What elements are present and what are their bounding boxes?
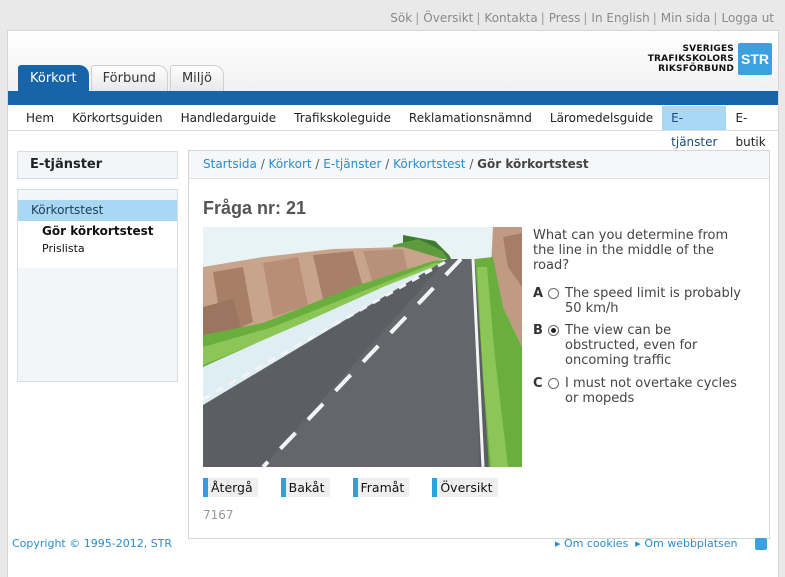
- option-letter: B: [533, 323, 543, 338]
- back-button[interactable]: Bakåt: [280, 478, 330, 497]
- footer: Copyright © 1995-2012, STR ▸ Om cookies …: [12, 537, 767, 550]
- nav-e-butik[interactable]: E-butik: [726, 106, 778, 149]
- nav-trafikskoleguide[interactable]: Trafikskoleguide: [285, 106, 400, 130]
- content-panel: Startsida / Körkort / E-tjänster / Körko…: [188, 150, 770, 539]
- breadcrumb-korkortstest[interactable]: Körkortstest: [393, 157, 465, 171]
- forward-button[interactable]: Framåt: [352, 478, 410, 497]
- nav-handledarguide[interactable]: Handledarguide: [172, 106, 286, 130]
- nav-e-tjanster[interactable]: E-tjänster: [662, 106, 727, 149]
- tab-forbund[interactable]: Förbund: [90, 65, 168, 91]
- sidebar-title: E-tjänster: [17, 151, 178, 179]
- option-text: I must not overtake cycles or mopeds: [565, 376, 737, 406]
- option-letter: A: [533, 286, 544, 301]
- road-illustration: [203, 227, 522, 467]
- sidebar-item-korkortstest[interactable]: Körkortstest: [18, 200, 177, 221]
- return-button[interactable]: Återgå: [203, 478, 258, 497]
- radio-c[interactable]: [548, 378, 559, 389]
- question-text: What can you determine from the line in …: [533, 228, 729, 273]
- rss-icon[interactable]: [755, 538, 767, 550]
- breadcrumb-korkort[interactable]: Körkort: [269, 157, 312, 171]
- footer-link-cookies[interactable]: Om cookies: [564, 537, 628, 550]
- sidebar-item-prislista[interactable]: Prislista: [18, 240, 177, 257]
- section-tabs: Körkort Förbund Miljö: [18, 65, 226, 91]
- logo-mark: STR: [738, 43, 772, 75]
- top-utility-links: Sök | Översikt | Kontakta | Press | In English | M…: [390, 11, 774, 25]
- footer-links: ▸ Om cookies ▸ Om webbplatsen: [555, 537, 767, 550]
- top-link-contact[interactable]: Kontakta: [484, 11, 537, 25]
- footer-link-about[interactable]: Om webbplatsen: [644, 537, 737, 550]
- site-header: Körkort Förbund Miljö SVERIGES TRAFIKSKO…: [8, 31, 778, 91]
- page-wrapper: Körkort Förbund Miljö SVERIGES TRAFIKSKO…: [7, 30, 779, 577]
- top-link-my-page[interactable]: Min sida: [661, 11, 711, 25]
- option-letter: C: [533, 376, 543, 391]
- radio-a[interactable]: [548, 288, 559, 299]
- answer-option-b[interactable]: B The view can be obstructed, even for o…: [533, 323, 763, 368]
- breadcrumb-current: Gör körkortstest: [477, 157, 589, 171]
- sidebar-list: Körkortstest Gör körkortstest Prislista: [18, 200, 177, 268]
- sidebar-menu: Körkortstest Gör körkortstest Prislista: [17, 189, 178, 382]
- option-text: The speed limit is probably 50 km/h: [565, 286, 742, 316]
- radio-b[interactable]: [548, 325, 559, 336]
- top-link-english[interactable]: In English: [591, 11, 649, 25]
- breadcrumb: Startsida / Körkort / E-tjänster / Körko…: [189, 151, 769, 179]
- nav-laromedelsguide[interactable]: Läromedelsguide: [541, 106, 662, 130]
- top-link-overview[interactable]: Översikt: [423, 11, 473, 25]
- question-buttons: Återgå Bakåt Framåt Översikt: [203, 478, 521, 497]
- question-code: 7167: [203, 508, 234, 522]
- logo-text: SVERIGES TRAFIKSKOLORS RIKSFÖRBUND: [647, 44, 734, 74]
- question-title: Fråga nr: 21: [203, 198, 307, 218]
- tab-miljo[interactable]: Miljö: [169, 65, 224, 91]
- overview-button[interactable]: Översikt: [432, 478, 498, 497]
- main-navigation: Hem Körkortsguiden Handledarguide Trafik…: [8, 105, 778, 149]
- brand-bar: [8, 91, 778, 105]
- tab-korkort[interactable]: Körkort: [18, 65, 89, 91]
- answer-option-c[interactable]: C I must not overtake cycles or mopeds: [533, 376, 763, 406]
- nav-hem[interactable]: Hem: [17, 106, 63, 130]
- breadcrumb-startsida[interactable]: Startsida: [203, 157, 257, 171]
- nav-korkortsguiden[interactable]: Körkortsguiden: [63, 106, 171, 130]
- sidebar-item-gor-korkortstest[interactable]: Gör körkortstest: [18, 223, 177, 240]
- road-image: [203, 227, 522, 467]
- answer-option-a[interactable]: A The speed limit is probably 50 km/h: [533, 286, 763, 316]
- option-text: The view can be obstructed, even for onc…: [565, 323, 698, 368]
- top-link-search[interactable]: Sök: [390, 11, 412, 25]
- top-link-logout[interactable]: Logga ut: [721, 11, 774, 25]
- nav-reklamationsnamnd[interactable]: Reklamationsnämnd: [400, 106, 541, 130]
- str-logo[interactable]: SVERIGES TRAFIKSKOLORS RIKSFÖRBUND STR: [648, 43, 772, 75]
- breadcrumb-e-tjanster[interactable]: E-tjänster: [323, 157, 381, 171]
- top-link-press[interactable]: Press: [549, 11, 581, 25]
- copyright-text: Copyright © 1995-2012, STR: [12, 537, 173, 550]
